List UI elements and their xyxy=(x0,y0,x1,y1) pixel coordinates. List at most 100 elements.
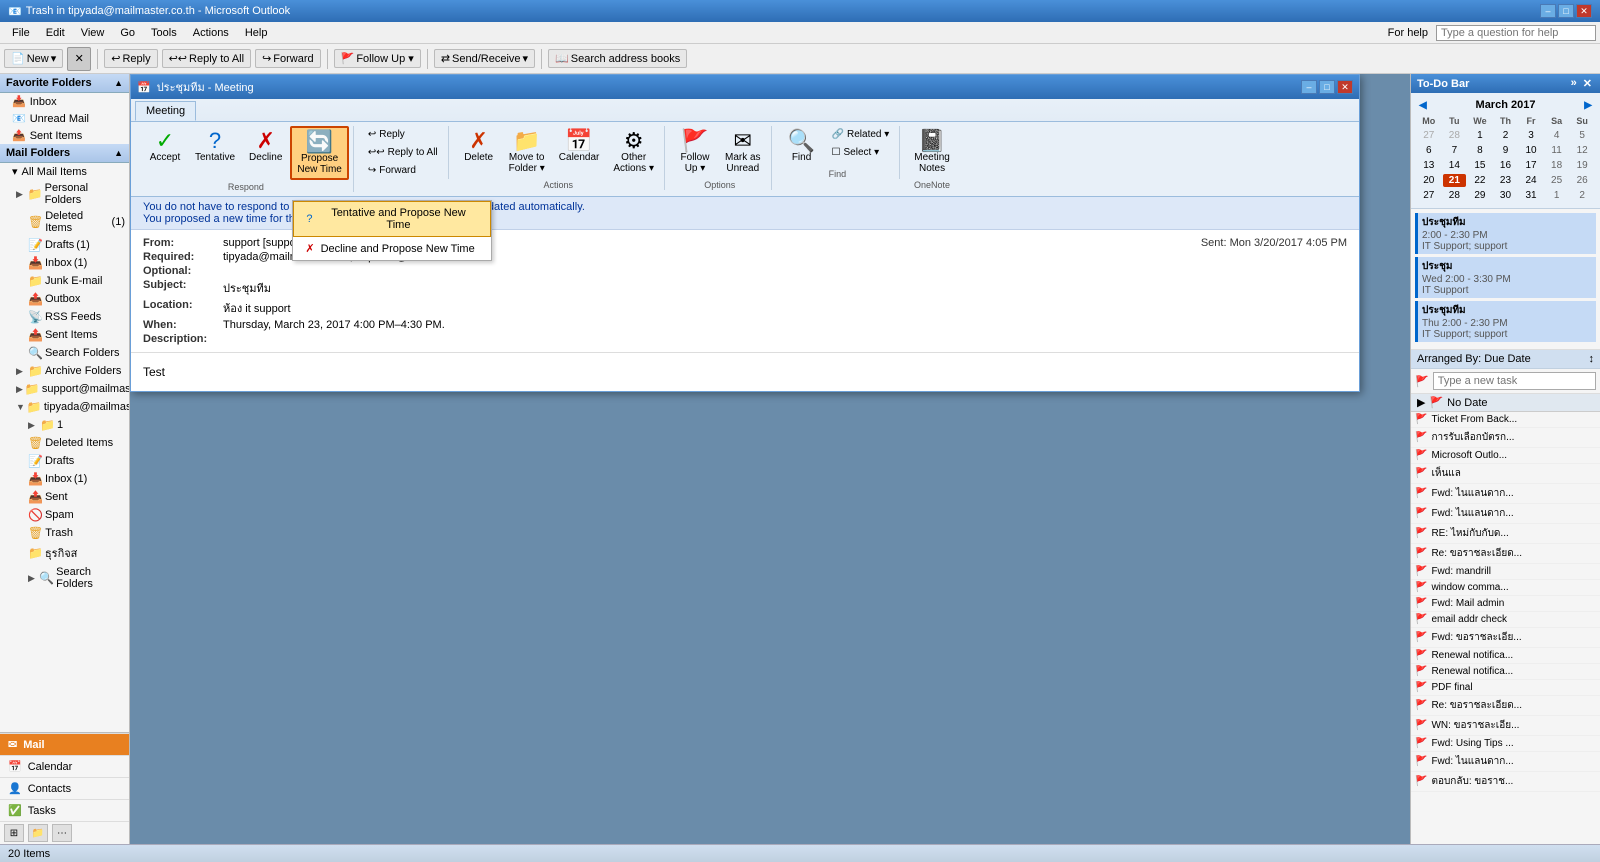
sidebar-item-sent-fav[interactable]: 📤 Sent Items xyxy=(0,127,129,144)
menu-edit[interactable]: Edit xyxy=(38,25,73,41)
cal-cell[interactable]: 23 xyxy=(1494,174,1518,187)
send-receive-btn[interactable]: ⇄ Send/Receive ▾ xyxy=(434,49,535,68)
task-item[interactable]: 🚩 Re: ขอราชละเอียด... xyxy=(1411,544,1600,564)
forward-btn[interactable]: ↪ Forward xyxy=(255,49,321,68)
task-item[interactable]: 🚩 Renewal notifica... xyxy=(1411,648,1600,664)
delete-btn[interactable]: ✗ Delete xyxy=(457,126,501,167)
task-item[interactable]: 🚩 email addr check xyxy=(1411,612,1600,628)
cal-cell[interactable]: 19 xyxy=(1570,159,1594,172)
appointment-3[interactable]: ประชุมทีม Thu 2:00 - 2:30 PM IT Support;… xyxy=(1415,301,1596,342)
follow-up-btn[interactable]: 🚩 Follow Up ▾ xyxy=(673,126,717,178)
task-item[interactable]: 🚩 Fwd: ไนแลนดาก... xyxy=(1411,484,1600,504)
sidebar-item-inbox-fav[interactable]: 📥 Inbox xyxy=(0,93,129,110)
sidebar-outbox[interactable]: 📤 Outbox xyxy=(0,290,129,308)
task-item[interactable]: 🚩 Fwd: Using Tips ... xyxy=(1411,736,1600,752)
sidebar-support[interactable]: ▶ 📁 support@mailmaster.co xyxy=(0,380,129,398)
meeting-notes-btn[interactable]: 📓 Meeting Notes xyxy=(908,126,956,178)
sidebar-sent-items[interactable]: 📤 Sent Items xyxy=(0,326,129,344)
cal-cell[interactable]: 9 xyxy=(1494,144,1518,157)
cal-prev-btn[interactable]: ◀ xyxy=(1419,100,1427,111)
cal-cell[interactable]: 26 xyxy=(1570,174,1594,187)
task-item[interactable]: 🚩 การรับเลือกบัตรก... xyxy=(1411,428,1600,448)
dropdown-item-decline[interactable]: ✗ Decline and Propose New Time xyxy=(293,237,491,260)
cal-cell[interactable]: 6 xyxy=(1417,144,1441,157)
propose-new-time-btn[interactable]: 🔄 Propose New Time ? Tentative and Propo… xyxy=(290,126,348,180)
cal-cell[interactable]: 14 xyxy=(1443,159,1467,172)
sidebar-rss[interactable]: 📡 RSS Feeds xyxy=(0,308,129,326)
dropdown-item-tentative[interactable]: ? Tentative and Propose New Time xyxy=(293,201,491,237)
cal-cell[interactable]: 28 xyxy=(1443,129,1467,142)
nav-mail[interactable]: ✉ Mail xyxy=(0,733,129,755)
ribbon-reply-btn[interactable]: ↩ Reply xyxy=(362,126,444,143)
cal-cell[interactable]: 17 xyxy=(1519,159,1543,172)
minimize-btn[interactable]: – xyxy=(1540,4,1556,18)
reply-all-btn[interactable]: ↩↩ Reply to All xyxy=(162,49,251,68)
sidebar-search2[interactable]: ▶ 🔍 Search Folders xyxy=(0,564,129,592)
cal-cell[interactable]: 13 xyxy=(1417,159,1441,172)
cal-cell[interactable]: 25 xyxy=(1545,174,1569,187)
ribbon-forward-btn[interactable]: ↪ Forward xyxy=(362,162,444,179)
task-input[interactable] xyxy=(1433,372,1596,390)
decline-btn[interactable]: ✗ Decline xyxy=(243,126,288,167)
cal-cell[interactable]: 7 xyxy=(1443,144,1467,157)
cal-cell[interactable]: 20 xyxy=(1417,174,1441,187)
menu-view[interactable]: View xyxy=(73,25,113,41)
cal-cell[interactable]: 29 xyxy=(1468,189,1492,202)
nav-icon-more[interactable]: ⋯ xyxy=(52,824,72,842)
cal-cell[interactable]: 27 xyxy=(1417,189,1441,202)
sidebar-tipyada[interactable]: ▼ 📁 tipyada@mailmaster.co xyxy=(0,398,129,416)
cal-cell[interactable]: 31 xyxy=(1519,189,1543,202)
sidebar-item-unread[interactable]: 📧 Unread Mail xyxy=(0,110,129,127)
find-btn[interactable]: 🔍 Find xyxy=(780,126,824,167)
sidebar-all-mail[interactable]: ▾ All Mail Items xyxy=(0,163,129,180)
cal-cell[interactable]: 12 xyxy=(1570,144,1594,157)
sidebar-inbox2[interactable]: 📥 Inbox (1) xyxy=(0,470,129,488)
todo-expand-btn[interactable]: » xyxy=(1569,77,1579,90)
delete-btn[interactable]: ✕ xyxy=(67,47,91,71)
ribbon-tab-meeting[interactable]: Meeting xyxy=(135,101,196,121)
cal-cell[interactable]: 1 xyxy=(1545,189,1569,202)
nav-tasks[interactable]: ✅ Tasks xyxy=(0,799,129,821)
sidebar-junk[interactable]: 📁 Junk E-mail xyxy=(0,272,129,290)
cal-cell[interactable]: 15 xyxy=(1468,159,1492,172)
cal-cell[interactable]: 4 xyxy=(1545,129,1569,142)
nav-icon-folder[interactable]: 📁 xyxy=(28,824,48,842)
menu-go[interactable]: Go xyxy=(112,25,143,41)
nav-icon-shortcuts[interactable]: ⊞ xyxy=(4,824,24,842)
mail-folders-header[interactable]: Mail Folders ▲ xyxy=(0,144,129,163)
cal-cell[interactable]: 24 xyxy=(1519,174,1543,187)
sidebar-personal-folders[interactable]: ▶ 📁 Personal Folders xyxy=(0,180,129,208)
mark-unread-btn[interactable]: ✉ Mark as Unread xyxy=(719,126,767,178)
task-item[interactable]: 🚩 Microsoft Outlo... xyxy=(1411,448,1600,464)
dialog-minimize[interactable]: – xyxy=(1301,80,1317,94)
sidebar-drafts2[interactable]: 📝 Drafts xyxy=(0,452,129,470)
task-item[interactable]: 🚩 เห็นแล xyxy=(1411,464,1600,484)
cal-next-btn[interactable]: ▶ xyxy=(1584,100,1592,111)
related-btn[interactable]: 🔗 Related ▾ xyxy=(826,126,896,143)
nav-contacts[interactable]: 👤 Contacts xyxy=(0,777,129,799)
dialog-close[interactable]: ✕ xyxy=(1337,80,1353,94)
task-item[interactable]: 🚩 ตอบกลับ: ขอราช... xyxy=(1411,772,1600,792)
task-item[interactable]: 🚩 Fwd: ไนแลนดาก... xyxy=(1411,752,1600,772)
move-folder-btn[interactable]: 📁 Move to Folder ▾ xyxy=(503,126,551,178)
new-btn[interactable]: 📄 New ▾ xyxy=(4,49,63,68)
menu-help[interactable]: Help xyxy=(237,25,276,41)
cal-cell[interactable]: 11 xyxy=(1545,144,1569,157)
menu-actions[interactable]: Actions xyxy=(185,25,237,41)
cal-today-cell[interactable]: 21 xyxy=(1443,174,1467,187)
task-item[interactable]: 🚩 WN: ขอราชละเอีย... xyxy=(1411,716,1600,736)
sidebar-inbox[interactable]: 📥 Inbox (1) xyxy=(0,254,129,272)
cal-cell[interactable]: 18 xyxy=(1545,159,1569,172)
cal-cell[interactable]: 16 xyxy=(1494,159,1518,172)
sidebar-sent[interactable]: 📤 Sent xyxy=(0,488,129,506)
menu-file[interactable]: File xyxy=(4,25,38,41)
other-actions-btn[interactable]: ⚙ Other Actions ▾ xyxy=(607,126,660,178)
cal-cell[interactable]: 30 xyxy=(1494,189,1518,202)
accept-btn[interactable]: ✓ Accept xyxy=(143,126,187,167)
todo-close-btn[interactable]: ✕ xyxy=(1581,77,1594,90)
nav-calendar[interactable]: 📅 Calendar xyxy=(0,755,129,777)
task-item[interactable]: 🚩 Renewal notifica... xyxy=(1411,664,1600,680)
cal-cell[interactable]: 8 xyxy=(1468,144,1492,157)
reply-btn[interactable]: ↩ Reply xyxy=(104,49,157,68)
task-item[interactable]: 🚩 Ticket From Back... xyxy=(1411,412,1600,428)
